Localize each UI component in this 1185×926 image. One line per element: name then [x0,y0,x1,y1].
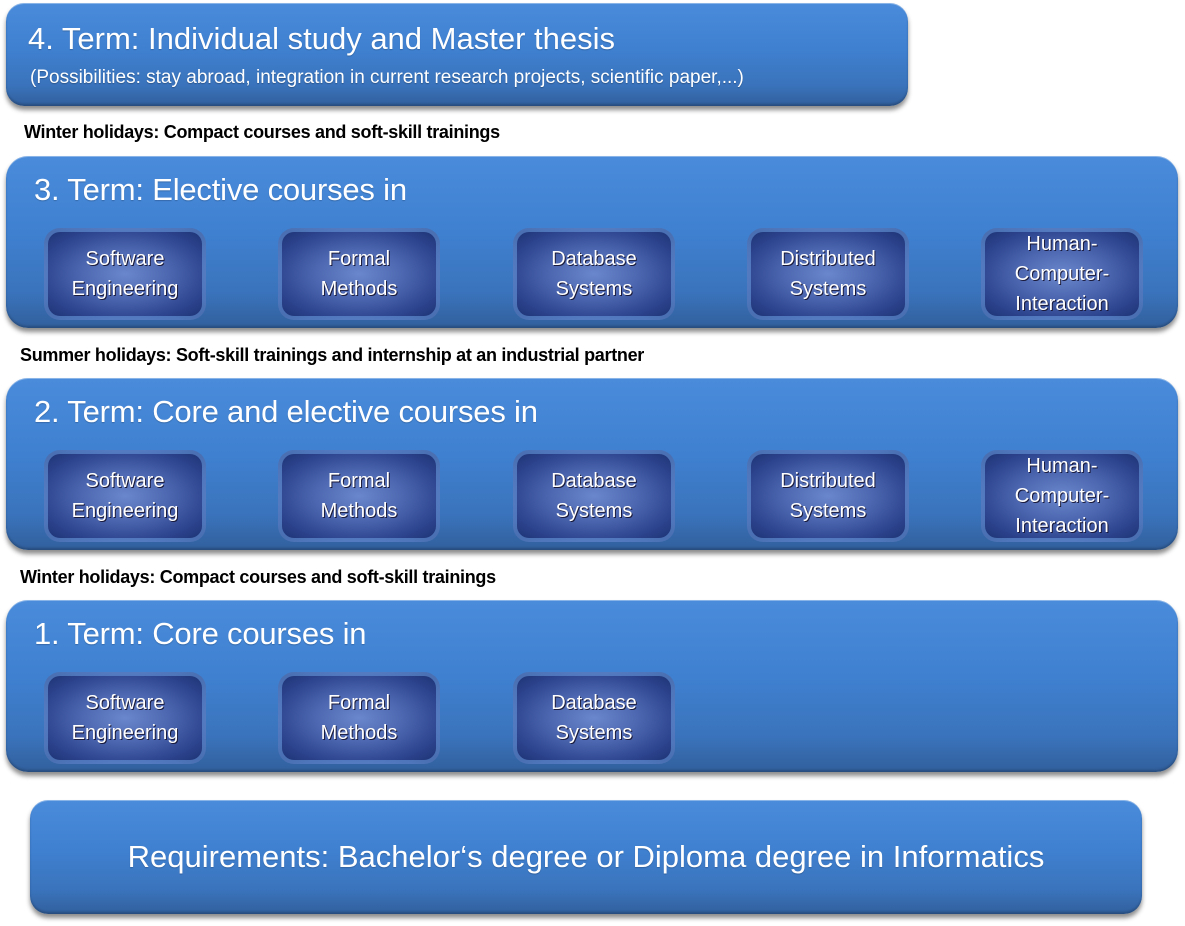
course-label: Distributed Systems [780,470,876,522]
course-label: Software Engineering [71,692,179,744]
course-label: Database Systems [551,692,637,744]
holiday-summer: Summer holidays: Soft-skill trainings an… [20,345,645,365]
term3-courses: Software Engineering Formal Methods Data… [44,228,1156,320]
holiday-winter-2: Winter holidays: Compact courses and sof… [24,122,500,142]
course-label: Database Systems [551,470,637,522]
requirements-box: Requirements: Bachelor‘s degree or Diplo… [30,800,1142,914]
term4-title: 4. Term: Individual study and Master the… [28,21,615,56]
course-database-systems: Database Systems [513,450,675,542]
course-label: Formal Methods [320,248,398,300]
requirements-text: Requirements: Bachelor‘s degree or Diplo… [127,839,1045,874]
course-formal-methods: Formal Methods [278,228,440,320]
term4-box: 4. Term: Individual study and Master the… [6,3,908,106]
course-formal-methods: Formal Methods [278,450,440,542]
course-distributed-systems: Distributed Systems [747,450,909,542]
term3-box: 3. Term: Elective courses in Software En… [6,156,1178,328]
course-software-engineering: Software Engineering [44,450,206,542]
course-software-engineering: Software Engineering [44,672,206,764]
course-label: Distributed Systems [780,248,876,300]
term3-title: 3. Term: Elective courses in [34,172,407,207]
term2-box: 2. Term: Core and elective courses in So… [6,378,1178,550]
term1-title: 1. Term: Core courses in [34,616,367,651]
term4-subtitle: (Possibilities: stay abroad, integration… [30,67,744,88]
course-human-computer-interaction: Human- Computer- Interaction [981,228,1143,320]
course-label: Software Engineering [71,470,179,522]
term2-courses: Software Engineering Formal Methods Data… [44,450,1156,542]
term1-courses: Software Engineering Formal Methods Data… [44,672,1156,764]
course-database-systems: Database Systems [513,672,675,764]
course-human-computer-interaction: Human- Computer- Interaction [981,450,1143,542]
course-label: Database Systems [551,248,637,300]
course-label: Human- Computer- Interaction [1014,455,1110,537]
term2-title: 2. Term: Core and elective courses in [34,394,538,429]
course-label: Human- Computer- Interaction [1014,233,1110,315]
course-formal-methods: Formal Methods [278,672,440,764]
course-database-systems: Database Systems [513,228,675,320]
course-label: Formal Methods [320,470,398,522]
term1-box: 1. Term: Core courses in Software Engine… [6,600,1178,772]
holiday-winter-1: Winter holidays: Compact courses and sof… [20,567,496,587]
course-distributed-systems: Distributed Systems [747,228,909,320]
course-label: Formal Methods [320,692,398,744]
course-software-engineering: Software Engineering [44,228,206,320]
course-label: Software Engineering [71,248,179,300]
